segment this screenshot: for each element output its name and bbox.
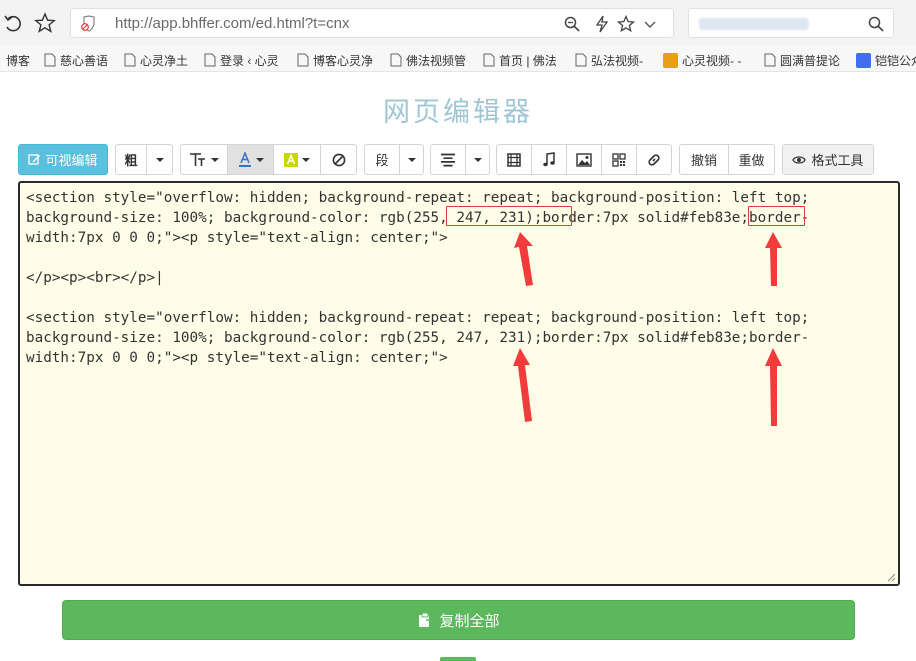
visual-edit-button[interactable]: 可视编辑 — [18, 144, 108, 175]
lightning-icon[interactable] — [593, 15, 611, 33]
page-icon — [124, 53, 136, 67]
edit-icon — [28, 154, 41, 165]
caret-down-icon — [255, 157, 264, 162]
bookmark-item[interactable]: 佛法视频管 — [390, 51, 466, 69]
bookmark-item[interactable]: 心灵净土 — [124, 51, 188, 69]
link-icon — [648, 153, 660, 166]
address-bar[interactable]: http://app.bhffer.com/ed.html?t=cnx — [70, 8, 674, 38]
clear-format-icon — [332, 153, 345, 166]
search-blurred-text — [699, 18, 809, 30]
red-arrow-icon — [514, 232, 533, 286]
insert-link-button[interactable] — [637, 144, 672, 175]
caret-down-icon — [302, 157, 310, 162]
caret-down-icon — [473, 157, 482, 162]
clipboard-icon — [419, 612, 434, 627]
copy-all-button[interactable]: 复制全部 — [62, 600, 855, 640]
bookmarks-bar: 博客 慈心善语 心灵净土 登录 ‹ 心灵 博客心灵净 佛法视频管 首页 | 佛法… — [0, 46, 916, 72]
font-size-button[interactable] — [180, 144, 228, 175]
page-icon — [483, 53, 495, 67]
font-color-button[interactable] — [228, 144, 274, 175]
bookmark-item[interactable]: 首页 | 佛法 — [483, 51, 557, 69]
favorite-star-icon[interactable] — [617, 15, 635, 33]
highlight-hex-box — [748, 206, 805, 226]
page-icon — [297, 53, 309, 67]
paragraph-button[interactable]: 段 — [364, 144, 400, 175]
insert-qrcode-button[interactable] — [602, 144, 637, 175]
bookmark-star-icon[interactable] — [34, 12, 56, 34]
highlight-rgb-box — [446, 206, 572, 226]
caret-down-icon — [211, 157, 219, 162]
image-icon — [576, 152, 592, 167]
q-badge-icon — [856, 52, 871, 68]
red-arrow-icon — [513, 348, 532, 422]
caret-down-icon — [155, 157, 164, 162]
qrcode-icon — [612, 152, 626, 167]
highlight-icon — [284, 152, 298, 167]
paragraph-dropdown[interactable] — [400, 144, 424, 175]
shield-blocked-icon[interactable] — [79, 15, 97, 33]
bookmark-item[interactable]: 铠铠公众 — [856, 51, 916, 69]
redo-button[interactable]: 重做 — [729, 144, 775, 175]
music-icon — [543, 152, 555, 167]
bookmark-item[interactable]: 心灵视频- - — [663, 51, 741, 69]
chevron-down-icon[interactable] — [641, 15, 659, 33]
code-line: <section style="overflow: hidden; backgr… — [26, 310, 810, 326]
bookmark-item[interactable]: 博客心灵净 — [297, 51, 373, 69]
red-arrow-icon — [765, 348, 782, 426]
clear-format-button[interactable] — [321, 144, 357, 175]
bookmark-item[interactable]: 登录 ‹ 心灵 — [204, 51, 279, 69]
eye-icon — [792, 155, 807, 164]
browser-toolbar: http://app.bhffer.com/ed.html?t=cnx — [0, 0, 916, 46]
search-box[interactable] — [688, 8, 894, 38]
page-icon — [204, 53, 216, 67]
back-arrow-icon[interactable] — [2, 12, 24, 34]
font-color-icon — [238, 151, 251, 167]
insert-music-button[interactable] — [532, 144, 567, 175]
bookmark-item[interactable]: 慈心善语 — [44, 51, 108, 69]
site-badge-icon — [663, 52, 678, 68]
search-icon[interactable] — [867, 15, 885, 33]
bookmark-item[interactable]: 弘法视频- — [575, 51, 643, 69]
editor-toolbar: 可视编辑 粗 段 撤销 重做 格式工具 — [18, 144, 898, 175]
resize-handle-icon[interactable] — [886, 572, 896, 582]
bookmark-item[interactable]: 圆满普提论 — [764, 51, 840, 69]
page-icon — [44, 53, 56, 67]
film-icon — [507, 152, 521, 167]
bottom-button-edge — [440, 657, 476, 661]
page-icon — [390, 53, 402, 67]
url-text[interactable]: http://app.bhffer.com/ed.html?t=cnx — [115, 15, 349, 32]
page-icon — [575, 53, 587, 67]
bold-button[interactable]: 粗 — [115, 144, 147, 175]
page-title: 网页编辑器 — [383, 97, 533, 128]
code-line: background-size: 100%; background-color:… — [26, 330, 810, 346]
bold-dropdown[interactable] — [147, 144, 173, 175]
page-icon — [764, 53, 776, 67]
insert-video-button[interactable] — [496, 144, 532, 175]
highlight-color-button[interactable] — [274, 144, 321, 175]
undo-button[interactable]: 撤销 — [679, 144, 729, 175]
insert-image-button[interactable] — [567, 144, 602, 175]
format-tool-button[interactable]: 格式工具 — [782, 144, 874, 175]
caret-down-icon — [407, 157, 416, 162]
code-line: ​ — [26, 288, 894, 308]
zoom-icon[interactable] — [563, 15, 581, 33]
align-center-icon — [441, 153, 455, 166]
red-arrow-icon — [765, 232, 782, 286]
font-size-icon — [190, 152, 205, 166]
bookmark-item[interactable]: 博客 — [6, 51, 30, 69]
align-dropdown[interactable] — [466, 144, 490, 175]
code-line: <section style="overflow: hidden; backgr… — [26, 190, 810, 206]
align-button[interactable] — [430, 144, 466, 175]
